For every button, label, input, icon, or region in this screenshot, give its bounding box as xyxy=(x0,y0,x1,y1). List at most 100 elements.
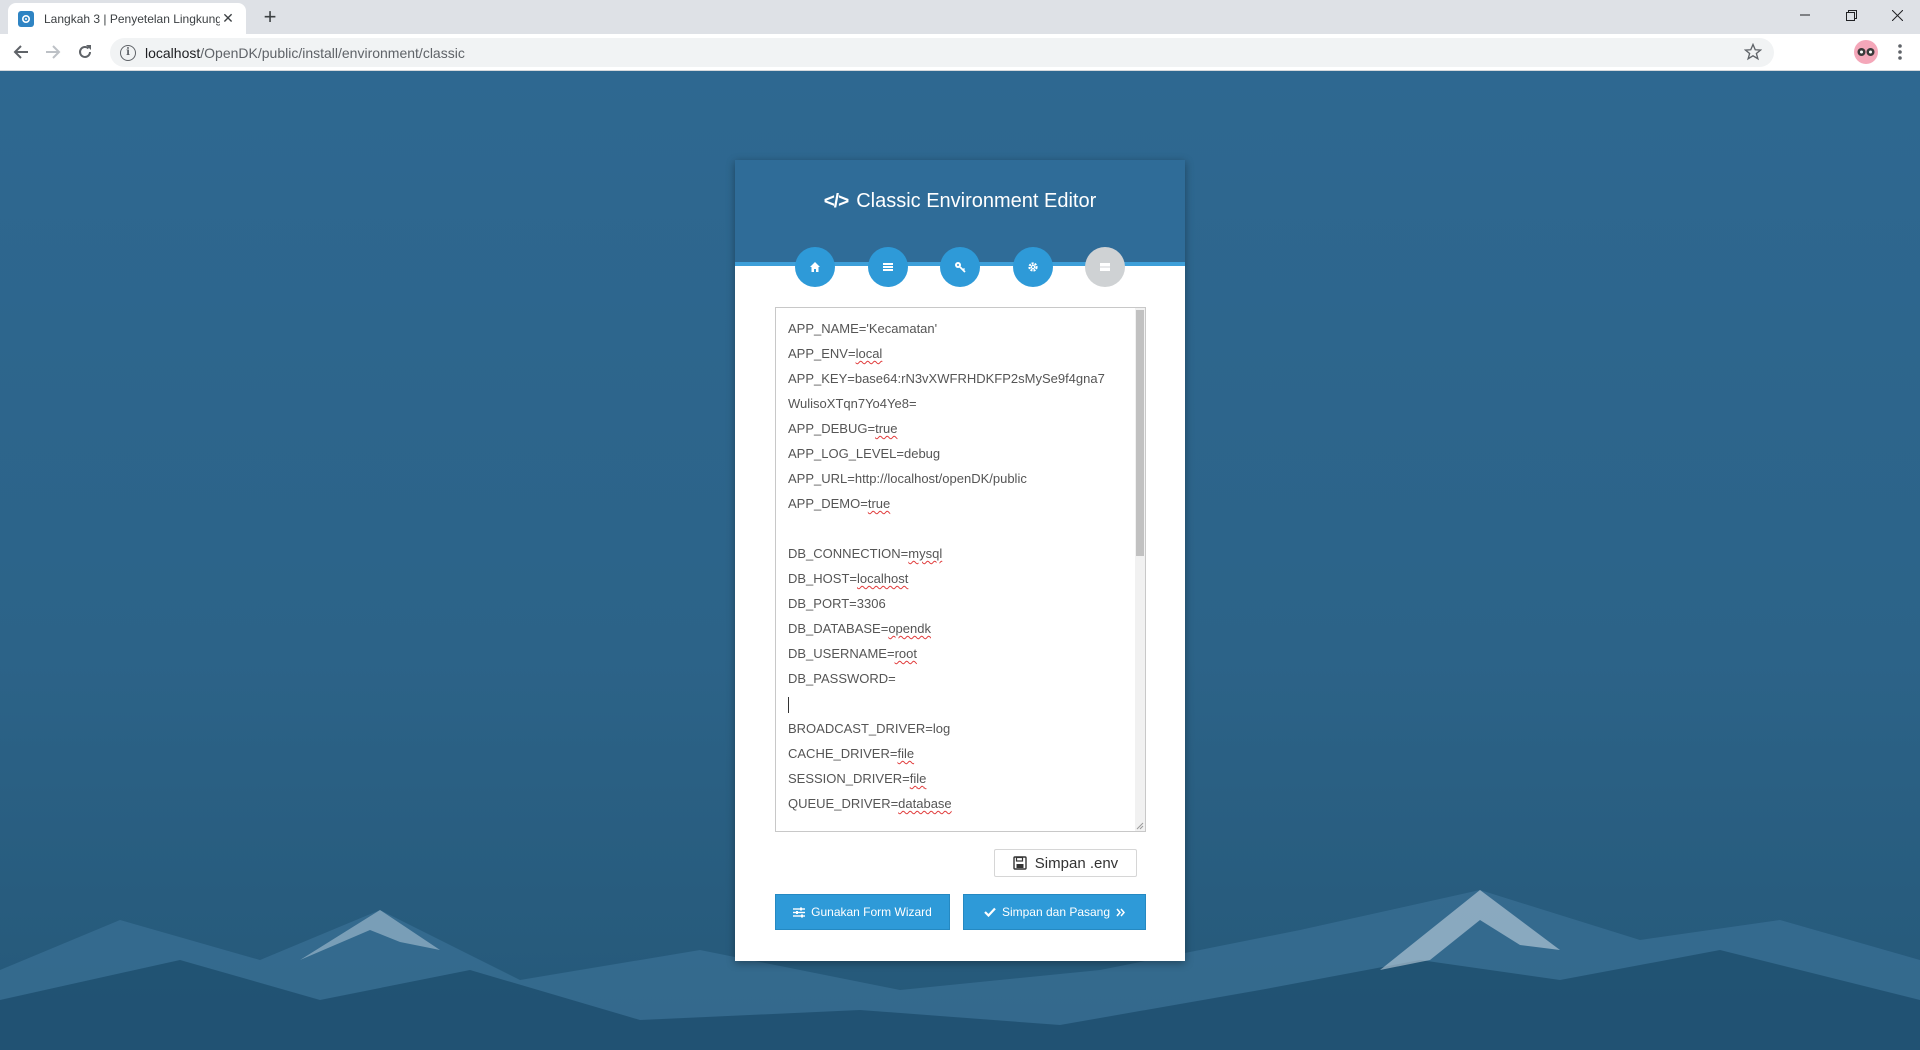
check-icon xyxy=(984,907,996,917)
browser-tab[interactable]: Langkah 3 | Penyetelan Lingkungan ✕ xyxy=(8,3,246,34)
minimize-icon[interactable] xyxy=(1782,0,1828,30)
env-line-text: DB_HOST= xyxy=(788,571,857,586)
home-icon xyxy=(810,262,820,272)
env-line-text: DB_USERNAME= xyxy=(788,646,895,661)
spellcheck-flagged-value: file xyxy=(909,771,927,786)
forward-arrow-icon[interactable] xyxy=(41,40,65,64)
env-line-text: QUEUE_DRIVER= xyxy=(788,796,899,811)
spellcheck-flagged-value: root xyxy=(894,646,917,661)
env-line[interactable] xyxy=(788,695,1128,720)
restore-icon[interactable] xyxy=(1828,0,1874,30)
env-line-text: APP_URL=http://localhost/openDK/public xyxy=(788,471,1027,486)
env-line[interactable]: DB_USERNAME=root xyxy=(788,645,1128,670)
url-path: /OpenDK/public/install/environment/class… xyxy=(200,44,465,61)
card-title-text: Classic Environment Editor xyxy=(856,190,1097,212)
address-bar[interactable]: i localhost/OpenDK/public/install/enviro… xyxy=(110,38,1774,67)
env-line[interactable]: DB_PASSWORD= xyxy=(788,670,1128,695)
spellcheck-flagged-value: true xyxy=(875,421,898,436)
env-line[interactable]: CACHE_DRIVER=file xyxy=(788,745,1128,770)
spellcheck-flagged-value: file xyxy=(897,746,915,761)
list-icon xyxy=(883,263,893,271)
env-line[interactable]: BROADCAST_DRIVER=log xyxy=(788,720,1128,745)
env-line[interactable]: APP_KEY=base64:rN3vXWFRHDKFP2sMySe9f4gna… xyxy=(788,370,1128,395)
gear-icon xyxy=(1028,262,1038,272)
spellcheck-flagged-value: database xyxy=(898,796,952,811)
env-line[interactable]: SESSION_DRIVER=file xyxy=(788,770,1128,795)
env-line[interactable]: DB_HOST=localhost xyxy=(788,570,1128,595)
env-line-text: APP_DEBUG= xyxy=(788,421,876,436)
bookmark-star-icon[interactable] xyxy=(1743,42,1763,66)
env-content[interactable]: APP_NAME='Kecamatan' APP_ENV=local APP_KEY… xyxy=(788,320,1128,820)
env-line[interactable]: WulisoXTqn7Yo4Ye8= xyxy=(788,395,1128,420)
new-tab-icon[interactable]: + xyxy=(258,5,282,29)
env-line-text: DB_PASSWORD= xyxy=(788,671,896,686)
info-icon[interactable]: i xyxy=(120,44,136,61)
env-line-text: BROADCAST_DRIVER=log xyxy=(788,721,951,736)
spellcheck-flagged-value: mysql xyxy=(908,546,943,561)
scrollbar[interactable] xyxy=(1135,308,1145,831)
save-and-install-button[interactable]: Simpan dan Pasang xyxy=(963,894,1146,930)
env-line[interactable]: DB_DATABASE=opendk xyxy=(788,620,1128,645)
close-window-icon[interactable] xyxy=(1874,0,1920,30)
floppy-disk-icon xyxy=(1013,856,1027,870)
env-line-text: DB_PORT=3306 xyxy=(788,596,886,611)
env-line-text: DB_DATABASE= xyxy=(788,621,889,636)
env-line-text: APP_KEY=base64:rN3vXWFRHDKFP2sMySe9f4gna… xyxy=(788,371,1105,386)
resize-grip-icon[interactable] xyxy=(1135,821,1144,830)
env-line[interactable]: QUEUE_DRIVER=database xyxy=(788,795,1128,820)
key-icon xyxy=(955,262,966,273)
spellcheck-flagged-value: true xyxy=(867,496,891,511)
env-line[interactable]: APP_ENV=local xyxy=(788,345,1128,370)
sliders-icon xyxy=(793,907,806,917)
spellcheck-flagged-value: localhost xyxy=(857,571,909,586)
env-line-text: CACHE_DRIVER= xyxy=(788,746,898,761)
env-line[interactable]: APP_DEBUG=true xyxy=(788,420,1128,445)
installer-card: </> Classic Environment Editor APP_NAME=… xyxy=(735,160,1185,961)
card-title: </> Classic Environment Editor xyxy=(735,190,1185,213)
browser-tab-bar: Langkah 3 | Penyetelan Lingkungan ✕ + xyxy=(0,0,1920,34)
env-line[interactable] xyxy=(788,520,1128,545)
env-line[interactable]: DB_PORT=3306 xyxy=(788,595,1128,620)
browser-menu-icon[interactable] xyxy=(1888,40,1912,64)
spellcheck-flagged-value: opendk xyxy=(888,621,931,636)
env-line[interactable]: APP_DEMO=true xyxy=(788,495,1128,520)
profile-avatar-icon[interactable] xyxy=(1854,40,1878,64)
tab-title: Langkah 3 | Penyetelan Lingkungan xyxy=(44,11,220,26)
save-and-install-label: Simpan dan Pasang xyxy=(1001,905,1111,919)
env-line-text: WulisoXTqn7Yo4Ye8= xyxy=(788,396,917,411)
env-line-text: APP_ENV= xyxy=(788,346,856,361)
save-env-button[interactable]: Simpan .env xyxy=(994,849,1137,877)
env-textarea[interactable]: APP_NAME='Kecamatan' APP_ENV=local APP_KEY… xyxy=(775,307,1146,832)
step-environment[interactable] xyxy=(1013,247,1053,287)
env-line-text: APP_NAME='Kecamatan' xyxy=(788,321,938,336)
env-line-text: APP_DEMO= xyxy=(788,496,868,511)
save-env-label: Simpan .env xyxy=(1034,854,1119,872)
server-icon xyxy=(1100,263,1110,271)
spellcheck-flagged-value: local xyxy=(855,346,883,361)
step-database[interactable] xyxy=(1085,247,1125,287)
close-tab-icon[interactable]: ✕ xyxy=(220,10,236,27)
use-wizard-button[interactable]: Gunakan Form Wizard xyxy=(775,894,950,930)
browser-toolbar: i localhost/OpenDK/public/install/enviro… xyxy=(0,34,1920,71)
page-background: </> Classic Environment Editor APP_NAME=… xyxy=(0,71,1920,1050)
env-line[interactable]: APP_LOG_LEVEL=debug xyxy=(788,445,1128,470)
back-arrow-icon[interactable] xyxy=(9,40,33,64)
use-wizard-label: Gunakan Form Wizard xyxy=(811,905,932,919)
env-line[interactable]: DB_CONNECTION=mysql xyxy=(788,545,1128,570)
env-line-text: SESSION_DRIVER= xyxy=(788,771,910,786)
env-line[interactable]: APP_URL=http://localhost/openDK/public xyxy=(788,470,1128,495)
env-line[interactable]: APP_NAME='Kecamatan' xyxy=(788,320,1128,345)
double-chevron-right-icon xyxy=(1116,908,1126,916)
gear-favicon-icon xyxy=(18,10,34,27)
scrollbar-thumb[interactable] xyxy=(1136,310,1144,556)
code-icon: </> xyxy=(823,190,850,212)
env-line-text: DB_CONNECTION= xyxy=(788,546,909,561)
step-permissions[interactable] xyxy=(940,247,980,287)
step-home[interactable] xyxy=(795,247,835,287)
url-host: localhost xyxy=(145,44,201,61)
env-line-text: APP_LOG_LEVEL=debug xyxy=(788,446,941,461)
text-caret xyxy=(788,696,789,713)
step-requirements[interactable] xyxy=(868,247,908,287)
url-text: localhost/OpenDK/public/install/environm… xyxy=(145,45,465,61)
reload-icon[interactable] xyxy=(73,40,97,64)
